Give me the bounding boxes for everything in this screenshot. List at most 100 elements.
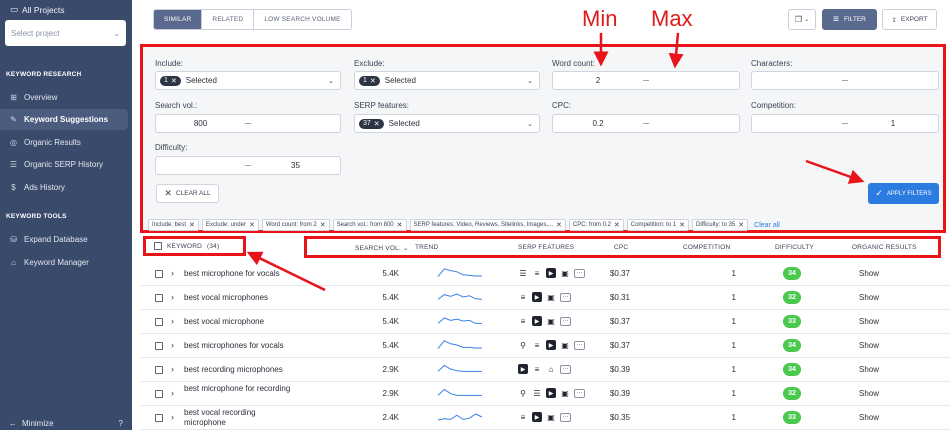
include-select[interactable]: 1 ✕ Selected ⌄ bbox=[155, 71, 341, 90]
serp-features-select[interactable]: 37 ✕ Selected ⌄ bbox=[354, 114, 540, 133]
image-icon[interactable]: ▣ bbox=[560, 388, 570, 398]
video-icon[interactable]: ▶ bbox=[532, 292, 542, 302]
row-checkbox[interactable] bbox=[155, 318, 163, 326]
col-serp-features[interactable]: SERP FEATURES bbox=[518, 244, 574, 251]
close-icon[interactable]: ✕ bbox=[370, 77, 376, 85]
row-checkbox[interactable] bbox=[155, 342, 163, 350]
competition-max-input[interactable]: 1 bbox=[848, 119, 938, 128]
filter-tag[interactable]: Word count: from 2 ✕ bbox=[261, 219, 330, 231]
sidebar-item-overview[interactable]: ⊞ Overview bbox=[0, 87, 128, 108]
close-icon[interactable]: ✕ bbox=[397, 221, 403, 229]
row-checkbox[interactable] bbox=[155, 294, 163, 302]
row-checkbox[interactable] bbox=[155, 270, 163, 278]
reviews-icon[interactable]: ≡ bbox=[518, 412, 528, 422]
minimize-button[interactable]: ← Minimize bbox=[9, 419, 54, 428]
keyword-text[interactable]: best vocal microphone bbox=[184, 317, 264, 326]
close-icon[interactable]: ✕ bbox=[374, 120, 380, 128]
filter-tag[interactable]: Difficulty: to 35 ✕ bbox=[692, 219, 749, 231]
image-icon[interactable]: ▣ bbox=[546, 316, 556, 326]
serp-count-chip[interactable]: 37 ✕ bbox=[359, 118, 384, 129]
keyword-text[interactable]: best microphone for recording bbox=[184, 384, 294, 394]
filter-button[interactable]: ≡ FILTER bbox=[822, 9, 877, 30]
tab-low-search-volume[interactable]: LOW SEARCH VOLUME bbox=[254, 10, 350, 29]
chevron-right-icon[interactable]: › bbox=[171, 340, 174, 350]
sidebar-item-ads-history[interactable]: $ Ads History bbox=[0, 177, 128, 198]
list-icon[interactable]: ☰ bbox=[532, 388, 542, 398]
chevron-right-icon[interactable]: › bbox=[171, 388, 174, 398]
question-icon[interactable]: ? bbox=[119, 419, 123, 428]
clear-all-link[interactable]: Clear all bbox=[754, 222, 780, 229]
sidebar-item-expand-database[interactable]: ⛁ Expand Database bbox=[0, 229, 128, 250]
basket-icon[interactable]: ⌂ bbox=[546, 364, 556, 374]
chevron-right-icon[interactable]: › bbox=[171, 412, 174, 422]
tab-similar[interactable]: SIMILAR bbox=[154, 10, 203, 29]
close-icon[interactable]: ✕ bbox=[738, 221, 744, 229]
video-icon[interactable]: ▶ bbox=[546, 268, 556, 278]
sidebar-item-keyword-manager[interactable]: ⌂ Keyword Manager bbox=[0, 252, 128, 273]
organic-results-show-link[interactable]: Show bbox=[859, 317, 879, 326]
col-competition[interactable]: COMPETITION bbox=[683, 244, 730, 251]
close-icon[interactable]: ✕ bbox=[249, 221, 255, 229]
row-checkbox[interactable] bbox=[155, 414, 163, 422]
include-count-chip[interactable]: 1 ✕ bbox=[160, 75, 181, 86]
image-icon[interactable]: ▣ bbox=[546, 292, 556, 302]
filter-tag[interactable]: Include: best ✕ bbox=[148, 219, 199, 231]
export-button[interactable]: ⇪ EXPORT bbox=[882, 9, 937, 30]
close-icon[interactable]: ✕ bbox=[320, 221, 326, 229]
close-icon[interactable]: ✕ bbox=[171, 77, 177, 85]
sidebar-item-keyword-suggestions[interactable]: ✎ Keyword Suggestions bbox=[0, 109, 128, 130]
filter-tag[interactable]: CPC: from 0.2 ✕ bbox=[568, 219, 624, 231]
close-icon[interactable]: ✕ bbox=[556, 221, 562, 229]
reviews-icon[interactable]: ≡ bbox=[532, 340, 542, 350]
chevron-right-icon[interactable]: › bbox=[171, 268, 174, 278]
tab-related[interactable]: RELATED bbox=[202, 10, 255, 29]
difficulty-max-input[interactable]: 35 bbox=[251, 161, 340, 170]
video-icon[interactable]: ▶ bbox=[546, 340, 556, 350]
copy-button[interactable]: ❐ ⌄ bbox=[788, 9, 816, 30]
search-vol-min-input[interactable]: 800 bbox=[156, 119, 245, 128]
reviews-icon[interactable]: ≡ bbox=[532, 268, 542, 278]
col-organic-results[interactable]: ORGANIC RESULTS bbox=[852, 244, 917, 251]
more-icon[interactable]: ··· bbox=[574, 340, 585, 350]
reviews-icon[interactable]: ≡ bbox=[518, 292, 528, 302]
row-checkbox[interactable] bbox=[155, 366, 163, 374]
all-projects-link[interactable]: ▭ All Projects bbox=[10, 4, 65, 15]
image-icon[interactable]: ▣ bbox=[546, 412, 556, 422]
sidebar-item-organic-results[interactable]: ◎ Organic Results bbox=[0, 132, 128, 153]
chevron-right-icon[interactable]: › bbox=[171, 292, 174, 302]
more-icon[interactable]: ··· bbox=[574, 388, 585, 398]
organic-results-show-link[interactable]: Show bbox=[859, 293, 879, 302]
select-all-checkbox[interactable] bbox=[154, 242, 162, 250]
filter-tag[interactable]: SERP features: Video, Reviews, Sitelinks… bbox=[409, 219, 566, 231]
video-icon[interactable]: ▶ bbox=[532, 316, 542, 326]
more-icon[interactable]: ··· bbox=[560, 412, 571, 422]
cpc-min-input[interactable]: 0.2 bbox=[553, 119, 643, 128]
keyword-text[interactable]: best vocal recording microphone bbox=[184, 408, 294, 428]
sidebar-item-organic-serp-history[interactable]: ☰ Organic SERP History bbox=[0, 154, 128, 175]
word-count-min-input[interactable]: 2 bbox=[553, 76, 643, 85]
video-icon[interactable]: ▶ bbox=[546, 388, 556, 398]
video-icon[interactable]: ▶ bbox=[532, 412, 542, 422]
more-icon[interactable]: ··· bbox=[560, 316, 571, 326]
reviews-icon[interactable]: ≡ bbox=[532, 364, 542, 374]
location-icon[interactable]: ⚲ bbox=[518, 340, 528, 350]
chevron-right-icon[interactable]: › bbox=[171, 364, 174, 374]
col-cpc[interactable]: CPC bbox=[614, 244, 628, 251]
exclude-count-chip[interactable]: 1 ✕ bbox=[359, 75, 380, 86]
more-icon[interactable]: ··· bbox=[560, 292, 571, 302]
organic-results-show-link[interactable]: Show bbox=[859, 269, 879, 278]
project-select[interactable]: Select project ⌄ bbox=[5, 20, 126, 46]
keyword-text[interactable]: best vocal microphones bbox=[184, 293, 268, 302]
close-icon[interactable]: ✕ bbox=[679, 221, 685, 229]
organic-results-show-link[interactable]: Show bbox=[859, 413, 879, 422]
clear-all-button[interactable]: ✕ CLEAR ALL bbox=[156, 184, 219, 203]
keyword-text[interactable]: best microphone for vocals bbox=[184, 269, 280, 278]
keyword-text[interactable]: best recording microphones bbox=[184, 365, 283, 374]
keyword-text[interactable]: best microphones for vocals bbox=[184, 341, 284, 350]
close-icon[interactable]: ✕ bbox=[614, 221, 620, 229]
organic-results-show-link[interactable]: Show bbox=[859, 365, 879, 374]
apply-filters-button[interactable]: ✓ APPLY FILTERS bbox=[868, 183, 939, 204]
filter-tag[interactable]: Competition: to 1 ✕ bbox=[626, 219, 690, 231]
reviews-icon[interactable]: ≡ bbox=[518, 316, 528, 326]
video-icon[interactable]: ▶ bbox=[518, 364, 528, 374]
